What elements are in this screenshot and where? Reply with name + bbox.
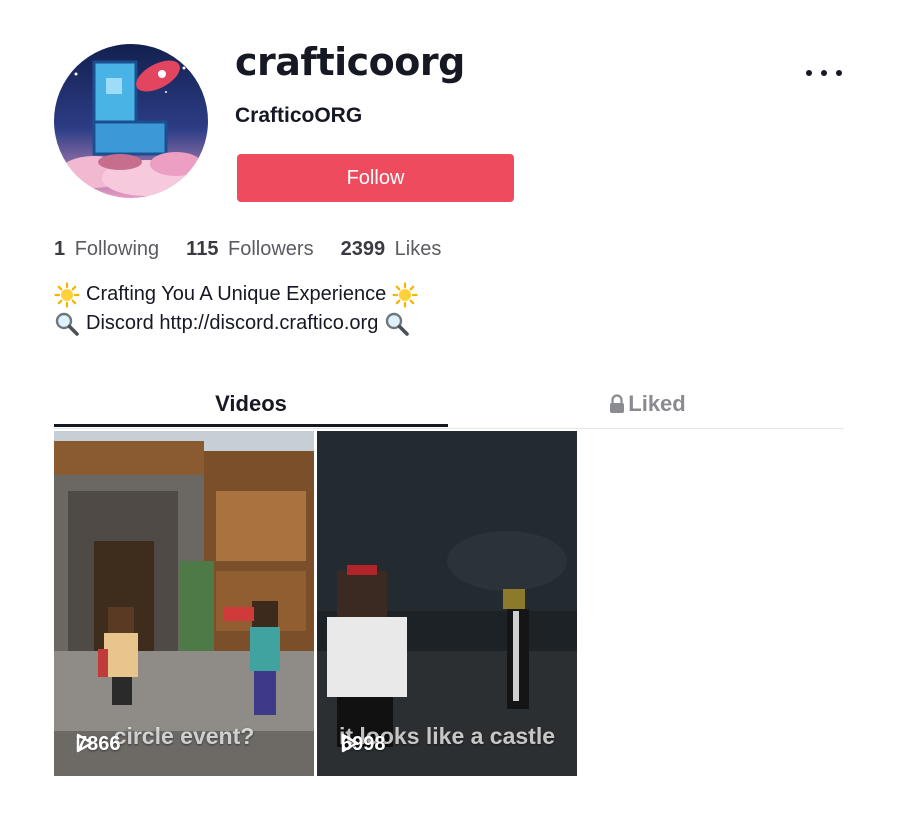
tab-liked-label: Liked	[628, 391, 686, 416]
bio-line: Crafting You A Unique Experience	[54, 280, 418, 309]
dot-icon	[806, 70, 812, 76]
dot-icon	[821, 70, 827, 76]
profile-avatar[interactable]	[54, 44, 208, 198]
likes-count: 2399	[340, 238, 386, 260]
tab-liked[interactable]: Liked	[450, 384, 844, 424]
video-grid: circle event? 7866 it looks like a castl…	[54, 431, 577, 776]
view-count: 7866	[76, 733, 121, 756]
lock-icon	[610, 394, 625, 413]
username: crafticoorg	[235, 40, 465, 84]
view-count: 6998	[341, 733, 386, 756]
bio-link[interactable]: Discord http://discord.craftico.org	[86, 309, 378, 338]
tab-videos[interactable]: Videos	[54, 384, 448, 427]
video-thumbnail[interactable]: it looks like a castle 6998	[317, 431, 577, 776]
followers-stat[interactable]: 115 Followers	[186, 238, 313, 261]
followers-count: 115	[186, 238, 219, 260]
follow-button[interactable]: Follow	[237, 154, 514, 202]
bio-line: Discord http://discord.craftico.org	[54, 309, 418, 338]
sun-icon	[392, 281, 418, 308]
following-count: 1	[54, 238, 66, 260]
sun-icon	[54, 281, 80, 308]
profile-stats: 1 Following 115 Followers 2399 Likes	[54, 238, 441, 261]
nickname: CrafticoORG	[235, 104, 363, 127]
followers-label: Followers	[228, 238, 314, 260]
profile-bio: Crafting You A Unique Experience Discord…	[54, 280, 418, 338]
dot-icon	[836, 70, 842, 76]
video-thumbnail[interactable]: circle event? 7866	[54, 431, 314, 776]
play-icon	[76, 733, 94, 753]
likes-stat: 2399 Likes	[341, 238, 442, 261]
play-icon	[341, 733, 359, 753]
bio-text: Crafting You A Unique Experience	[86, 283, 387, 305]
likes-label: Likes	[394, 238, 442, 260]
following-stat[interactable]: 1 Following	[54, 238, 159, 261]
more-options-icon[interactable]	[806, 58, 842, 88]
following-label: Following	[74, 238, 160, 260]
magnifier-icon	[55, 312, 79, 336]
magnifier-icon	[386, 312, 410, 336]
tab-videos-label: Videos	[215, 391, 287, 416]
content-tabs: Videos Liked	[54, 384, 844, 429]
